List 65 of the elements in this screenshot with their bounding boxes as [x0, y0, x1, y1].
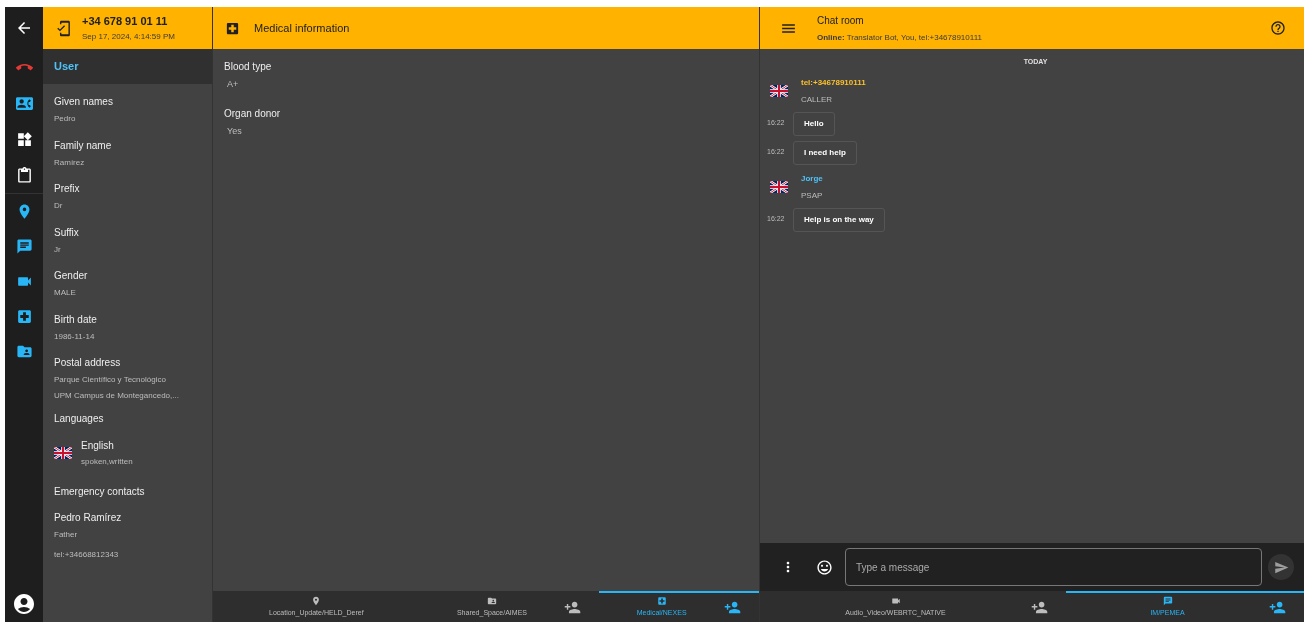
- add-person-icon[interactable]: [564, 599, 582, 616]
- online-status: Online: Translator Bot, You, tel:+34678910111: [817, 31, 982, 44]
- contact-phone: tel:+34668812343: [54, 548, 120, 561]
- field-label: Languages: [54, 411, 105, 426]
- sender-role: PSAP: [801, 189, 823, 202]
- field-label: Family name: [54, 138, 113, 153]
- medical-cross-icon[interactable]: [15, 308, 33, 325]
- add-person-icon[interactable]: [1269, 599, 1286, 616]
- panel-title: Chat room: [817, 13, 865, 28]
- widgets-icon[interactable]: [15, 131, 33, 148]
- medical-cross-icon: [225, 20, 240, 36]
- field-label: Organ donor: [224, 106, 282, 121]
- field-value: A+: [226, 78, 240, 91]
- contact-relation: Father: [54, 528, 79, 541]
- add-person-icon[interactable]: [724, 599, 741, 616]
- uk-flag-icon: [54, 446, 72, 459]
- field-value: Parque Científico y Tecnológico: [54, 374, 167, 386]
- field-value: Jr: [54, 243, 62, 256]
- field-value: Yes: [226, 124, 243, 138]
- field-value: Pedro: [54, 113, 77, 125]
- field-label: Gender: [54, 269, 89, 283]
- contact-card-icon[interactable]: [15, 95, 33, 112]
- uk-flag-icon: [770, 181, 788, 193]
- field-value: 1986-11-14: [54, 330, 96, 343]
- panel-title: Medical information: [254, 20, 350, 36]
- clipboard-icon[interactable]: [15, 167, 33, 184]
- add-person-icon[interactable]: [1031, 599, 1048, 616]
- contact-name: Pedro Ramírez: [54, 510, 123, 525]
- field-label: Given names: [54, 95, 114, 109]
- field-label: Prefix: [54, 182, 81, 196]
- language-name: English: [81, 438, 115, 453]
- video-camera-icon: [890, 596, 901, 607]
- account-icon[interactable]: [12, 592, 36, 616]
- field-label: Blood type: [224, 60, 273, 74]
- field-label: Suffix: [54, 225, 80, 240]
- field-value: Dr: [54, 200, 64, 212]
- medical-cross-icon: [656, 596, 667, 607]
- send-button[interactable]: [1268, 554, 1294, 580]
- field-label: Postal address: [54, 356, 122, 370]
- sender-role: CALLER: [801, 93, 834, 106]
- language-detail: spoken,written: [81, 455, 133, 468]
- chat-bubble-icon: [1162, 596, 1173, 607]
- phone-check-icon: [55, 19, 72, 37]
- field-value: Ramírez: [54, 156, 86, 169]
- message-bubble: Help is on the way: [793, 207, 885, 232]
- shared-folder-icon[interactable]: [15, 343, 33, 360]
- caller-number: +34 678 91 01 11: [82, 13, 169, 29]
- call-datetime: Sep 17, 2024, 4:14:59 PM: [82, 31, 175, 44]
- emoji-icon[interactable]: [816, 558, 833, 576]
- field-value: UPM Campus de Montegancedo,...: [54, 390, 180, 402]
- field-value: MALE: [54, 287, 77, 299]
- sender-name: tel:+34678910111: [801, 76, 866, 89]
- help-icon[interactable]: [1270, 20, 1286, 36]
- chat-bubble-icon[interactable]: [15, 238, 33, 255]
- location-pin-icon: [311, 596, 322, 607]
- field-label: Emergency contacts: [54, 484, 146, 499]
- uk-flag-icon: [770, 85, 788, 97]
- field-label: Birth date: [54, 312, 98, 327]
- send-icon: [1273, 559, 1289, 575]
- message-bubble: I need help: [793, 140, 857, 165]
- message-bubble: Hello: [793, 111, 835, 136]
- section-title: User: [54, 59, 79, 75]
- sender-name: Jorge: [801, 172, 823, 185]
- shared-folder-icon: [486, 596, 497, 607]
- message-input[interactable]: Type a message: [845, 548, 1262, 586]
